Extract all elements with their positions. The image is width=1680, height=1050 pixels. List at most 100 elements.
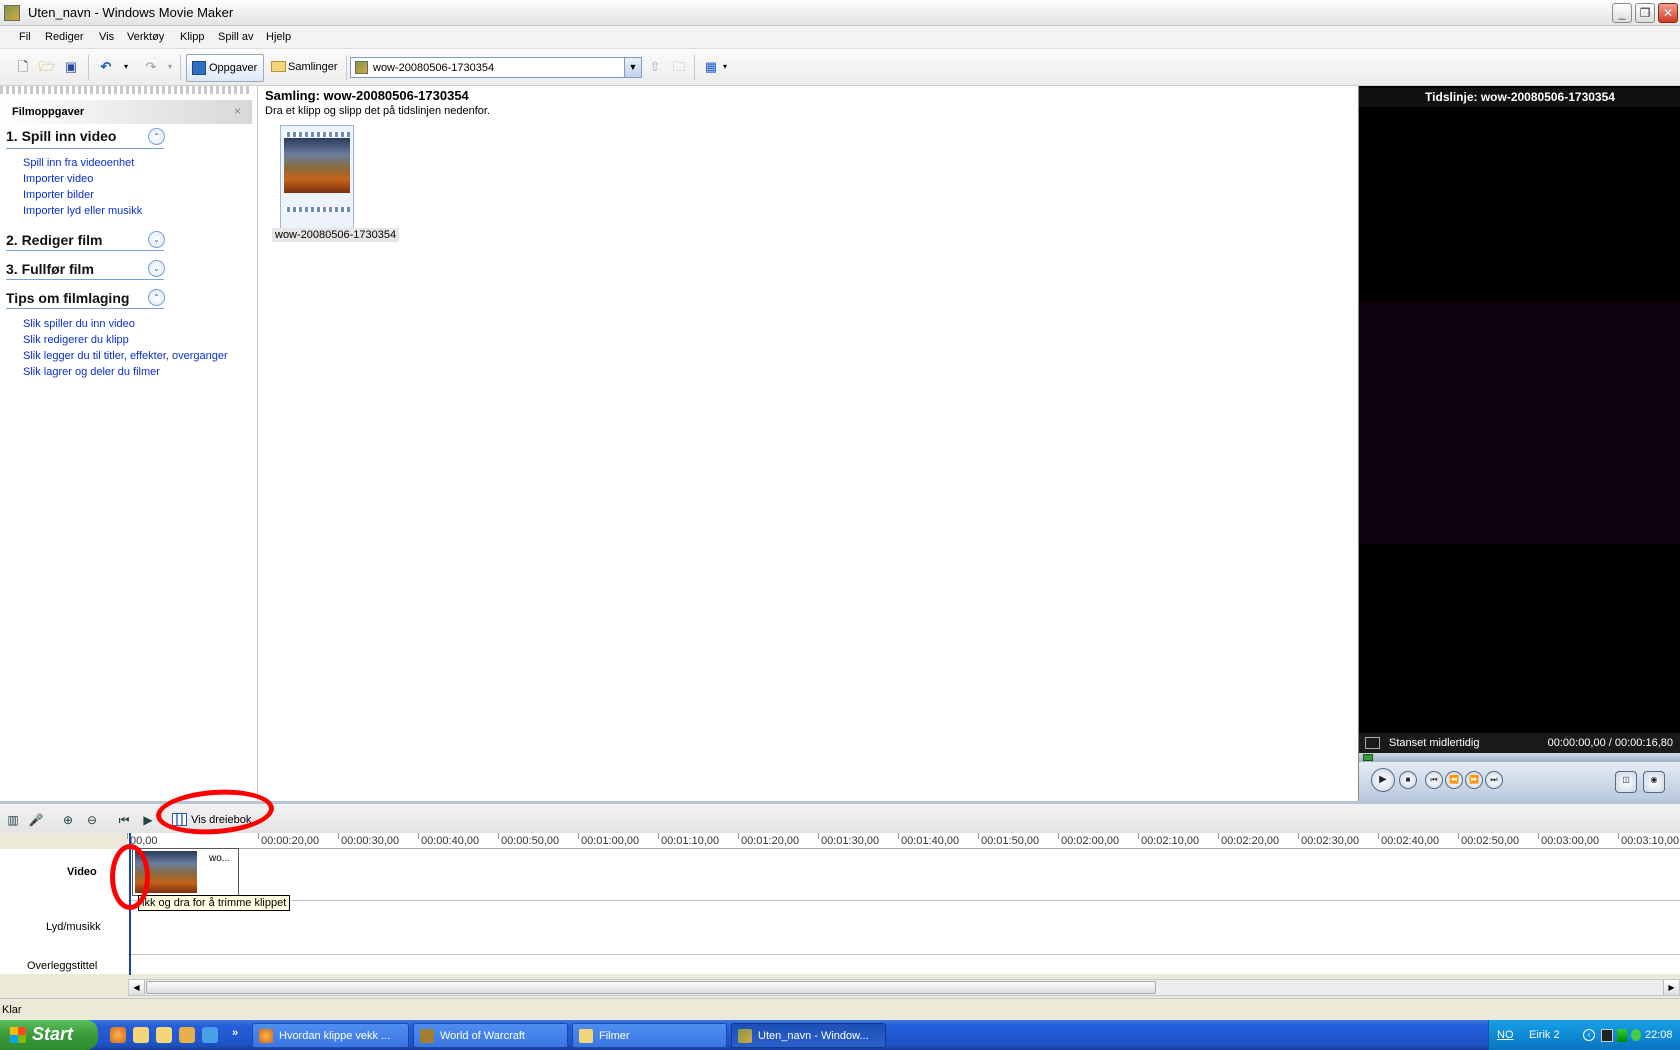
section-edit-title[interactable]: 2. Rediger film bbox=[6, 232, 102, 248]
undo-icon[interactable]: ↶ bbox=[97, 59, 115, 75]
maximize-button[interactable]: ❐ bbox=[1635, 3, 1655, 23]
chevron-down-icon[interactable]: ▼ bbox=[624, 58, 641, 77]
collection-select[interactable]: wow-20080506-1730354 ▼ bbox=[350, 57, 642, 78]
pencil-icon[interactable] bbox=[179, 1027, 195, 1043]
open-project-icon[interactable]: 🗁 bbox=[38, 59, 56, 75]
play-timeline-icon[interactable]: ▶ bbox=[140, 812, 156, 828]
title-bar: Uten_navn - Windows Movie Maker _ ❐ ✕ bbox=[0, 0, 1680, 26]
toolbar: 🗋 🗁 ▣ ↶ ▾ ↷ ▾ Oppgaver Samlinger ⇧ 🗀 ▦ ▾ bbox=[0, 49, 1680, 86]
narrate-icon[interactable]: 🎤 bbox=[28, 812, 44, 828]
section-tips-title[interactable]: Tips om filmlaging bbox=[6, 290, 129, 306]
playback-time: 00:00:00,00 / 00:00:16,80 bbox=[1547, 737, 1673, 749]
expand-icon[interactable]: ⌄ bbox=[148, 231, 165, 248]
more-quicklaunch-icon[interactable]: » bbox=[232, 1027, 248, 1043]
menu-fil[interactable]: Fil bbox=[19, 31, 31, 43]
forward-icon[interactable]: ⏩ bbox=[1465, 771, 1483, 789]
title-overlay-track[interactable] bbox=[128, 955, 1680, 974]
new-collection-folder-icon[interactable]: 🗀 bbox=[670, 59, 688, 75]
video-track[interactable] bbox=[128, 849, 1680, 901]
section-capture-title[interactable]: 1. Spill inn video bbox=[6, 128, 116, 144]
clip-label[interactable]: wow-20080506-1730354 bbox=[272, 228, 400, 242]
storyboard-icon[interactable]: ▥ bbox=[5, 812, 21, 828]
link-import-pictures[interactable]: Importer bilder bbox=[23, 189, 94, 201]
menu-klipp[interactable]: Klipp bbox=[180, 31, 204, 43]
link-import-video[interactable]: Importer video bbox=[23, 173, 93, 185]
link-capture-video[interactable]: Spill inn fra videoenhet bbox=[23, 157, 134, 169]
zoom-out-icon[interactable]: ⊖ bbox=[84, 812, 100, 828]
folder-icon bbox=[579, 1029, 593, 1043]
minimize-button[interactable]: _ bbox=[1612, 3, 1632, 23]
tasks-button[interactable]: Oppgaver bbox=[186, 54, 264, 82]
stop-icon[interactable]: ■ bbox=[1399, 771, 1417, 789]
camera-icon[interactable]: ◉ bbox=[1643, 771, 1665, 793]
system-tray: NO Eirik 2 ‹ 22:08 bbox=[1488, 1020, 1680, 1050]
firefox-icon[interactable] bbox=[110, 1027, 126, 1043]
link-tip-edit[interactable]: Slik redigerer du klipp bbox=[23, 334, 129, 346]
timeline-scrollbar[interactable]: ◀ ▶ bbox=[128, 979, 1680, 996]
taskbar-item[interactable]: World of Warcraft bbox=[413, 1023, 568, 1048]
save-project-icon[interactable]: ▣ bbox=[62, 59, 80, 75]
rewind-timeline-icon[interactable]: ⏮ bbox=[116, 812, 132, 828]
seek-thumb[interactable] bbox=[1363, 754, 1373, 761]
split-icon[interactable]: ◫ bbox=[1615, 771, 1637, 793]
link-tip-titles[interactable]: Slik legger du til titler, effekter, ove… bbox=[23, 350, 228, 362]
time-ruler[interactable]: 00,00 00:00:20,00 00:00:30,00 00:00:40,0… bbox=[127, 833, 1680, 849]
seek-bar[interactable] bbox=[1359, 753, 1680, 762]
collections-label: Samlinger bbox=[288, 61, 338, 73]
views-dropdown-icon[interactable]: ▾ bbox=[716, 59, 734, 75]
trim-tooltip: ikk og dra for å trimme klippet bbox=[138, 895, 291, 911]
timeline-clip-label: wo... bbox=[209, 853, 231, 864]
taskbar-item[interactable]: Uten_navn - Window... bbox=[731, 1023, 886, 1048]
scroll-right-icon[interactable]: ▶ bbox=[1663, 980, 1679, 995]
network-icon[interactable] bbox=[1617, 1029, 1627, 1042]
track-labels: Video Lyd/musikk Overleggstittel bbox=[0, 849, 128, 974]
scroll-left-icon[interactable]: ◀ bbox=[129, 980, 145, 995]
new-project-icon[interactable]: 🗋 bbox=[14, 59, 32, 75]
scroll-thumb[interactable] bbox=[146, 981, 1156, 994]
ie-icon[interactable] bbox=[202, 1027, 218, 1043]
tray-expand-icon[interactable]: ‹ bbox=[1583, 1029, 1595, 1041]
messenger-icon[interactable] bbox=[1631, 1029, 1641, 1041]
ruler-tick: 00:02:30,00 bbox=[1297, 833, 1360, 847]
next-frame-icon[interactable]: ⏭ bbox=[1485, 771, 1503, 789]
collapse-icon[interactable]: ⌃ bbox=[148, 289, 165, 306]
menu-vis[interactable]: Vis bbox=[99, 31, 114, 43]
close-button[interactable]: ✕ bbox=[1658, 3, 1678, 23]
section-finish-title[interactable]: 3. Fullfør film bbox=[6, 261, 94, 277]
status-bar: Klar bbox=[0, 998, 1680, 1020]
menu-rediger[interactable]: Rediger bbox=[45, 31, 84, 43]
zoom-in-icon[interactable]: ⊕ bbox=[60, 812, 76, 828]
menu-hjelp[interactable]: Hjelp bbox=[266, 31, 291, 43]
taskbar-item[interactable]: Filmer bbox=[572, 1023, 727, 1048]
previous-frame-icon[interactable]: ⏮ bbox=[1425, 771, 1443, 789]
playback-status: Stanset midlertidig bbox=[1389, 737, 1480, 749]
folder-icon[interactable] bbox=[156, 1027, 172, 1043]
menu-verktoy[interactable]: Verktøy bbox=[127, 31, 164, 43]
firefox-icon bbox=[259, 1029, 273, 1043]
timeline-tracks bbox=[128, 849, 1680, 974]
collection-area: Samling: wow-20080506-1730354 Dra et kli… bbox=[258, 86, 1594, 836]
link-tip-save[interactable]: Slik lagrer og deler du filmer bbox=[23, 366, 160, 378]
play-icon[interactable]: ▶ bbox=[1371, 768, 1395, 792]
monitor-icon bbox=[1365, 737, 1380, 749]
pane-close-icon[interactable]: × bbox=[234, 104, 241, 118]
taskbar-item[interactable]: Hvordan klippe vekk ... bbox=[252, 1023, 409, 1048]
collections-button[interactable]: Samlinger bbox=[268, 54, 342, 82]
clip-thumbnail[interactable] bbox=[280, 125, 354, 229]
folder-icon[interactable] bbox=[133, 1027, 149, 1043]
menu-spill-av[interactable]: Spill av bbox=[218, 31, 253, 43]
redo-dropdown-icon[interactable]: ▾ bbox=[161, 59, 179, 75]
link-tip-capture[interactable]: Slik spiller du inn video bbox=[23, 318, 135, 330]
collapse-icon[interactable]: ⌃ bbox=[148, 128, 165, 145]
undo-dropdown-icon[interactable]: ▾ bbox=[117, 59, 135, 75]
audio-track[interactable] bbox=[128, 901, 1680, 955]
rewind-icon[interactable]: ⏪ bbox=[1445, 771, 1463, 789]
app-tray-icon[interactable] bbox=[1601, 1029, 1613, 1042]
up-folder-icon[interactable]: ⇧ bbox=[646, 59, 664, 75]
language-indicator[interactable]: NO bbox=[1497, 1029, 1514, 1041]
redo-icon[interactable]: ↷ bbox=[142, 59, 160, 75]
expand-icon[interactable]: ⌄ bbox=[148, 260, 165, 277]
link-import-audio[interactable]: Importer lyd eller musikk bbox=[23, 205, 142, 217]
start-button[interactable]: Start bbox=[0, 1020, 98, 1050]
user-name: Eirik 2 bbox=[1529, 1029, 1560, 1041]
